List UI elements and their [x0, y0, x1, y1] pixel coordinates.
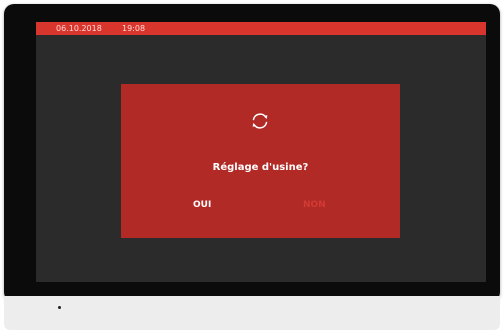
yes-button[interactable]: OUI	[193, 200, 211, 210]
dialog-title: Réglage d'usine?	[212, 162, 309, 173]
device: 06.10.2018 19:08 Réglage d'usine? OUI NO…	[0, 0, 504, 334]
indicator-light	[58, 306, 61, 309]
no-button[interactable]: NON	[303, 200, 326, 210]
status-bar: 06.10.2018 19:08	[36, 22, 486, 35]
factory-reset-dialog: Réglage d'usine? OUI NON	[121, 84, 400, 238]
device-bottom-panel	[4, 296, 500, 330]
display-screen: 06.10.2018 19:08 Réglage d'usine? OUI NO…	[36, 22, 486, 282]
refresh-icon	[249, 110, 271, 132]
status-time: 19:08	[122, 24, 146, 33]
status-date: 06.10.2018	[56, 24, 102, 33]
